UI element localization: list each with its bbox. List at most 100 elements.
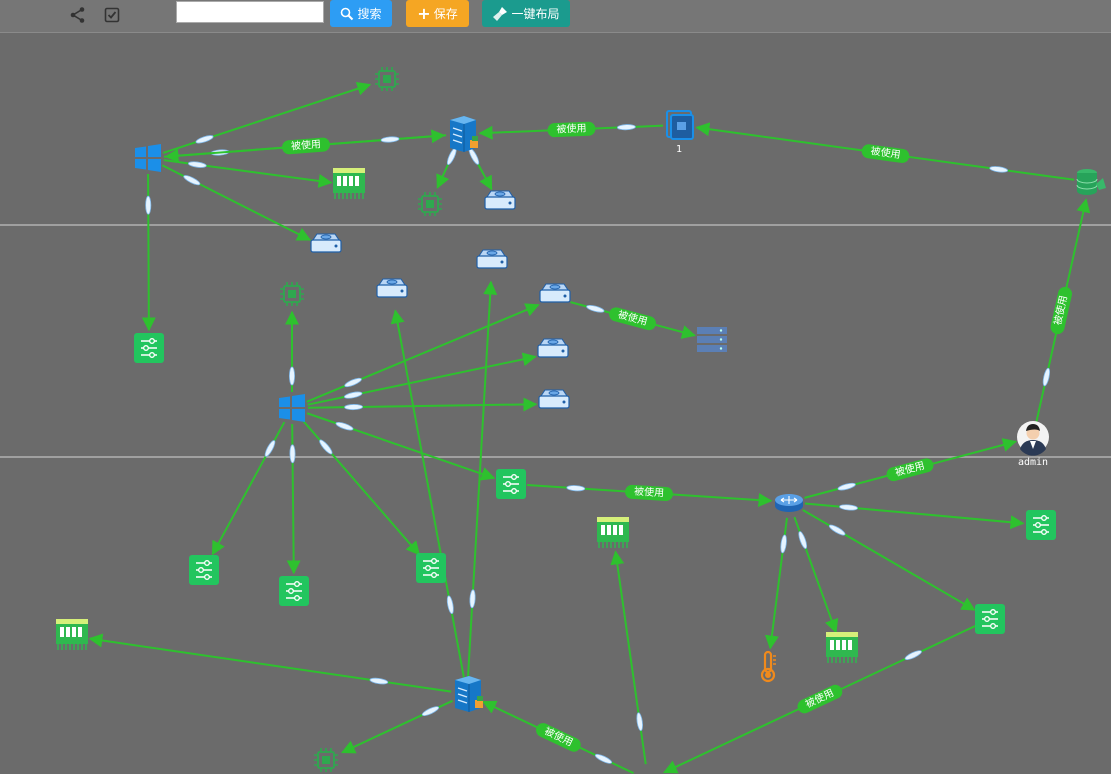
relation-edge[interactable] [88,633,452,693]
flow-particle [263,438,277,459]
relation-edge[interactable] [307,352,537,406]
flow-particle [343,376,363,389]
disk-icon[interactable] [539,283,571,303]
config-icon[interactable] [974,603,1006,635]
save-button-label: 保存 [433,7,458,21]
flow-particle [1041,367,1052,387]
plus-icon: + [417,3,431,23]
search-icon [341,7,354,20]
relation-edge[interactable] [466,280,498,679]
memory-icon[interactable] [332,167,366,200]
disk-icon[interactable] [537,338,569,358]
cpu-icon[interactable] [313,747,339,773]
disk-icon[interactable] [538,389,570,409]
flow-particle [194,133,215,146]
checklist-icon[interactable] [101,4,123,26]
flow-particle [566,484,586,492]
memory-icon[interactable] [825,631,859,664]
cpu-icon[interactable] [417,191,443,217]
edge-label: 被使用 [624,484,674,502]
config-icon[interactable] [188,554,220,586]
edge-label: 被使用 [860,143,911,164]
flow-particle [420,704,441,718]
save-button[interactable]: + 保存 [406,0,469,27]
flow-particle [445,595,455,615]
flow-particle [903,648,923,662]
server-rack-icon[interactable] [697,327,727,352]
edge-label: 被使用 [547,121,596,138]
flow-particle [469,589,477,609]
svg-text:被使用: 被使用 [290,137,321,152]
config-icon[interactable] [278,575,310,607]
disk-icon[interactable] [310,233,342,253]
flow-particle [182,173,202,187]
flow-particle [635,712,644,732]
flow-particle [827,522,847,538]
router-icon[interactable] [774,493,804,513]
edge-label: 被使用 [795,682,845,716]
edge-label: 被使用 [281,137,331,155]
config-icon[interactable] [133,332,165,364]
auto-layout-button-label: 一键布局 [511,7,560,21]
server-icon[interactable] [454,675,484,713]
flow-particle [585,303,606,315]
flow-particle [989,165,1009,174]
config-icon[interactable] [415,552,447,584]
toolbar: 搜索 + 保存 一键布局 [0,0,1111,33]
disk-icon[interactable] [376,278,408,298]
search-button-label: 搜索 [357,7,382,21]
flow-particle [317,438,335,456]
server-icon[interactable] [449,115,479,153]
flow-particle [445,146,459,167]
share-icon[interactable] [67,4,89,26]
topology-canvas[interactable]: 1admin 被使用被使用被使用被使用被使用被使用被使用被使用被使用 [0,33,1111,774]
flow-particle [288,366,296,386]
windows-host-icon[interactable] [279,394,305,422]
flow-particle [344,403,364,411]
search-input[interactable] [176,1,324,23]
flow-particle [616,123,636,131]
relation-edge[interactable] [610,550,647,765]
relation-edge[interactable] [306,412,496,481]
user-avatar-icon[interactable] [1017,421,1049,456]
flow-particle [836,481,857,492]
flow-particle [796,530,809,550]
flow-particle [343,390,363,400]
memory-icon[interactable] [596,516,630,549]
flow-particle [380,135,400,144]
flow-particle [593,752,614,766]
memory-icon[interactable] [55,618,89,651]
search-button[interactable]: 搜索 [330,0,392,27]
user-label: admin [1018,457,1048,468]
flow-particle [289,444,296,464]
flow-particle [145,195,152,215]
edge-label: 被使用 [607,305,658,332]
relation-edge[interactable] [802,509,976,611]
disk-icon[interactable] [476,249,508,269]
edge-label: 被使用 [533,720,584,755]
broom-icon [493,6,508,21]
relation-edge[interactable] [804,502,1025,530]
cpu-icon[interactable] [279,281,305,307]
svg-text:被使用: 被使用 [556,121,587,135]
flow-particle [334,420,355,433]
relation-edge[interactable] [390,309,466,679]
flow-particle [838,503,859,512]
disk-icon[interactable] [484,190,516,210]
windows-host-icon[interactable] [135,144,161,172]
relation-edge[interactable] [307,397,538,412]
flow-particle [779,534,788,554]
edge-label: 被使用 [1049,285,1074,336]
auto-layout-button[interactable]: 一键布局 [482,0,570,27]
config-icon[interactable] [1025,509,1057,541]
edge-label: 被使用 [885,456,936,483]
folder-label: 1 [676,144,682,155]
config-icon[interactable] [495,468,527,500]
flow-particle [187,160,207,169]
relation-edge[interactable] [306,303,540,403]
flow-particle [369,676,389,686]
folder-icon[interactable] [666,110,694,140]
cpu-icon[interactable] [374,66,400,92]
thermometer-icon[interactable] [760,650,778,683]
database-icon[interactable] [1076,168,1107,196]
